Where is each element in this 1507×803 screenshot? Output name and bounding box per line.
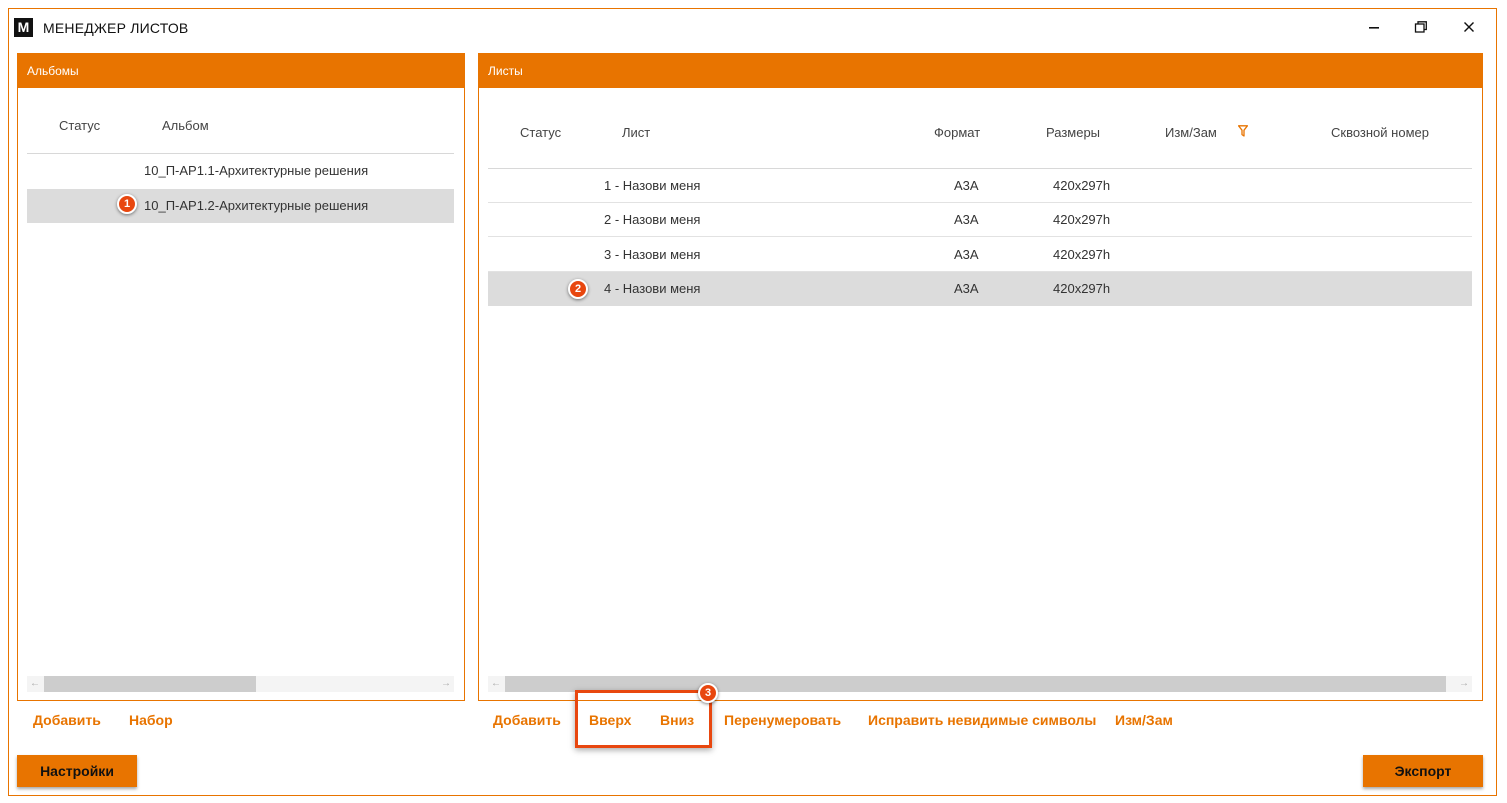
filter-icon[interactable] [1238, 125, 1248, 137]
albums-panel: Альбомы [17, 53, 465, 701]
renumber-button[interactable]: Перенумеровать [724, 712, 841, 728]
sheets-col-format[interactable]: Формат [934, 125, 980, 140]
scroll-right-icon[interactable]: → [438, 676, 454, 692]
sheet-name: 3 - Назови меня [604, 247, 701, 262]
sheets-col-status[interactable]: Статус [520, 125, 561, 140]
annotation-badge-2: 2 [568, 279, 588, 299]
album-row-selected[interactable]: 10_П-АР1.2-Архитектурные решения [27, 189, 454, 223]
restore-icon[interactable] [1409, 15, 1433, 39]
window-title: МЕНЕДЖЕР ЛИСТОВ [43, 20, 189, 36]
sheet-row[interactable]: 3 - Назови меня А3А 420x297h [488, 238, 1472, 272]
app-logo: M [14, 18, 33, 37]
annotation-highlight-box [575, 690, 712, 748]
albums-scroll-thumb[interactable] [44, 676, 256, 692]
settings-button[interactable]: Настройки [17, 755, 137, 787]
sheet-row[interactable]: 2 - Назови меня А3А 420x297h [488, 203, 1472, 237]
album-row[interactable]: 10_П-АР1.1-Архитектурные решения [27, 154, 454, 188]
sheets-col-number[interactable]: Сквозной номер [1331, 125, 1429, 140]
sheet-format: А3А [954, 247, 979, 262]
sheets-col-sheet[interactable]: Лист [622, 125, 650, 140]
albums-col-album[interactable]: Альбом [162, 118, 209, 133]
sheet-row-selected[interactable]: 4 - Назови меня А3А 420x297h [488, 272, 1472, 306]
sheet-size: 420x297h [1053, 281, 1111, 296]
album-name: 10_П-АР1.2-Архитектурные решения [144, 198, 369, 213]
fix-invisible-chars-button[interactable]: Исправить невидимые символы [868, 712, 1096, 728]
sheet-format: А3А [954, 178, 979, 193]
revision-button[interactable]: Изм/Зам [1115, 712, 1173, 728]
close-icon[interactable] [1457, 15, 1481, 39]
scroll-left-icon[interactable]: ← [27, 676, 43, 692]
sheet-row[interactable]: 1 - Назови меня А3А 420x297h [488, 169, 1472, 203]
minimize-icon[interactable] [1362, 15, 1386, 39]
title-bar: M МЕНЕДЖЕР ЛИСТОВ [9, 9, 1496, 45]
sheet-size: 420x297h [1053, 178, 1111, 193]
sheet-size: 420x297h [1053, 212, 1111, 227]
sheet-format: А3А [954, 281, 979, 296]
sheets-panel-header: Листы [479, 54, 1482, 88]
annotation-badge-3: 3 [698, 683, 718, 703]
annotation-badge-1: 1 [117, 194, 137, 214]
albums-panel-header: Альбомы [18, 54, 464, 88]
scroll-left-icon[interactable]: ← [488, 676, 504, 692]
sheet-name: 1 - Назови меня [604, 178, 701, 193]
sheets-panel: Листы [478, 53, 1483, 701]
sheets-add-button[interactable]: Добавить [493, 712, 561, 728]
scroll-right-icon[interactable]: → [1456, 676, 1472, 692]
albums-col-status[interactable]: Статус [59, 118, 100, 133]
sheets-col-rev[interactable]: Изм/Зам [1165, 125, 1217, 140]
sheet-format: А3А [954, 212, 979, 227]
sheet-name: 4 - Назови меня [604, 281, 701, 296]
albums-set-button[interactable]: Набор [129, 712, 173, 728]
albums-hscrollbar[interactable]: ← → [27, 676, 454, 692]
albums-add-button[interactable]: Добавить [33, 712, 101, 728]
sheets-col-size[interactable]: Размеры [1046, 125, 1100, 140]
sheet-name: 2 - Назови меня [604, 212, 701, 227]
sheet-size: 420x297h [1053, 247, 1111, 262]
export-button[interactable]: Экспорт [1363, 755, 1483, 787]
album-name: 10_П-АР1.1-Архитектурные решения [144, 163, 369, 178]
